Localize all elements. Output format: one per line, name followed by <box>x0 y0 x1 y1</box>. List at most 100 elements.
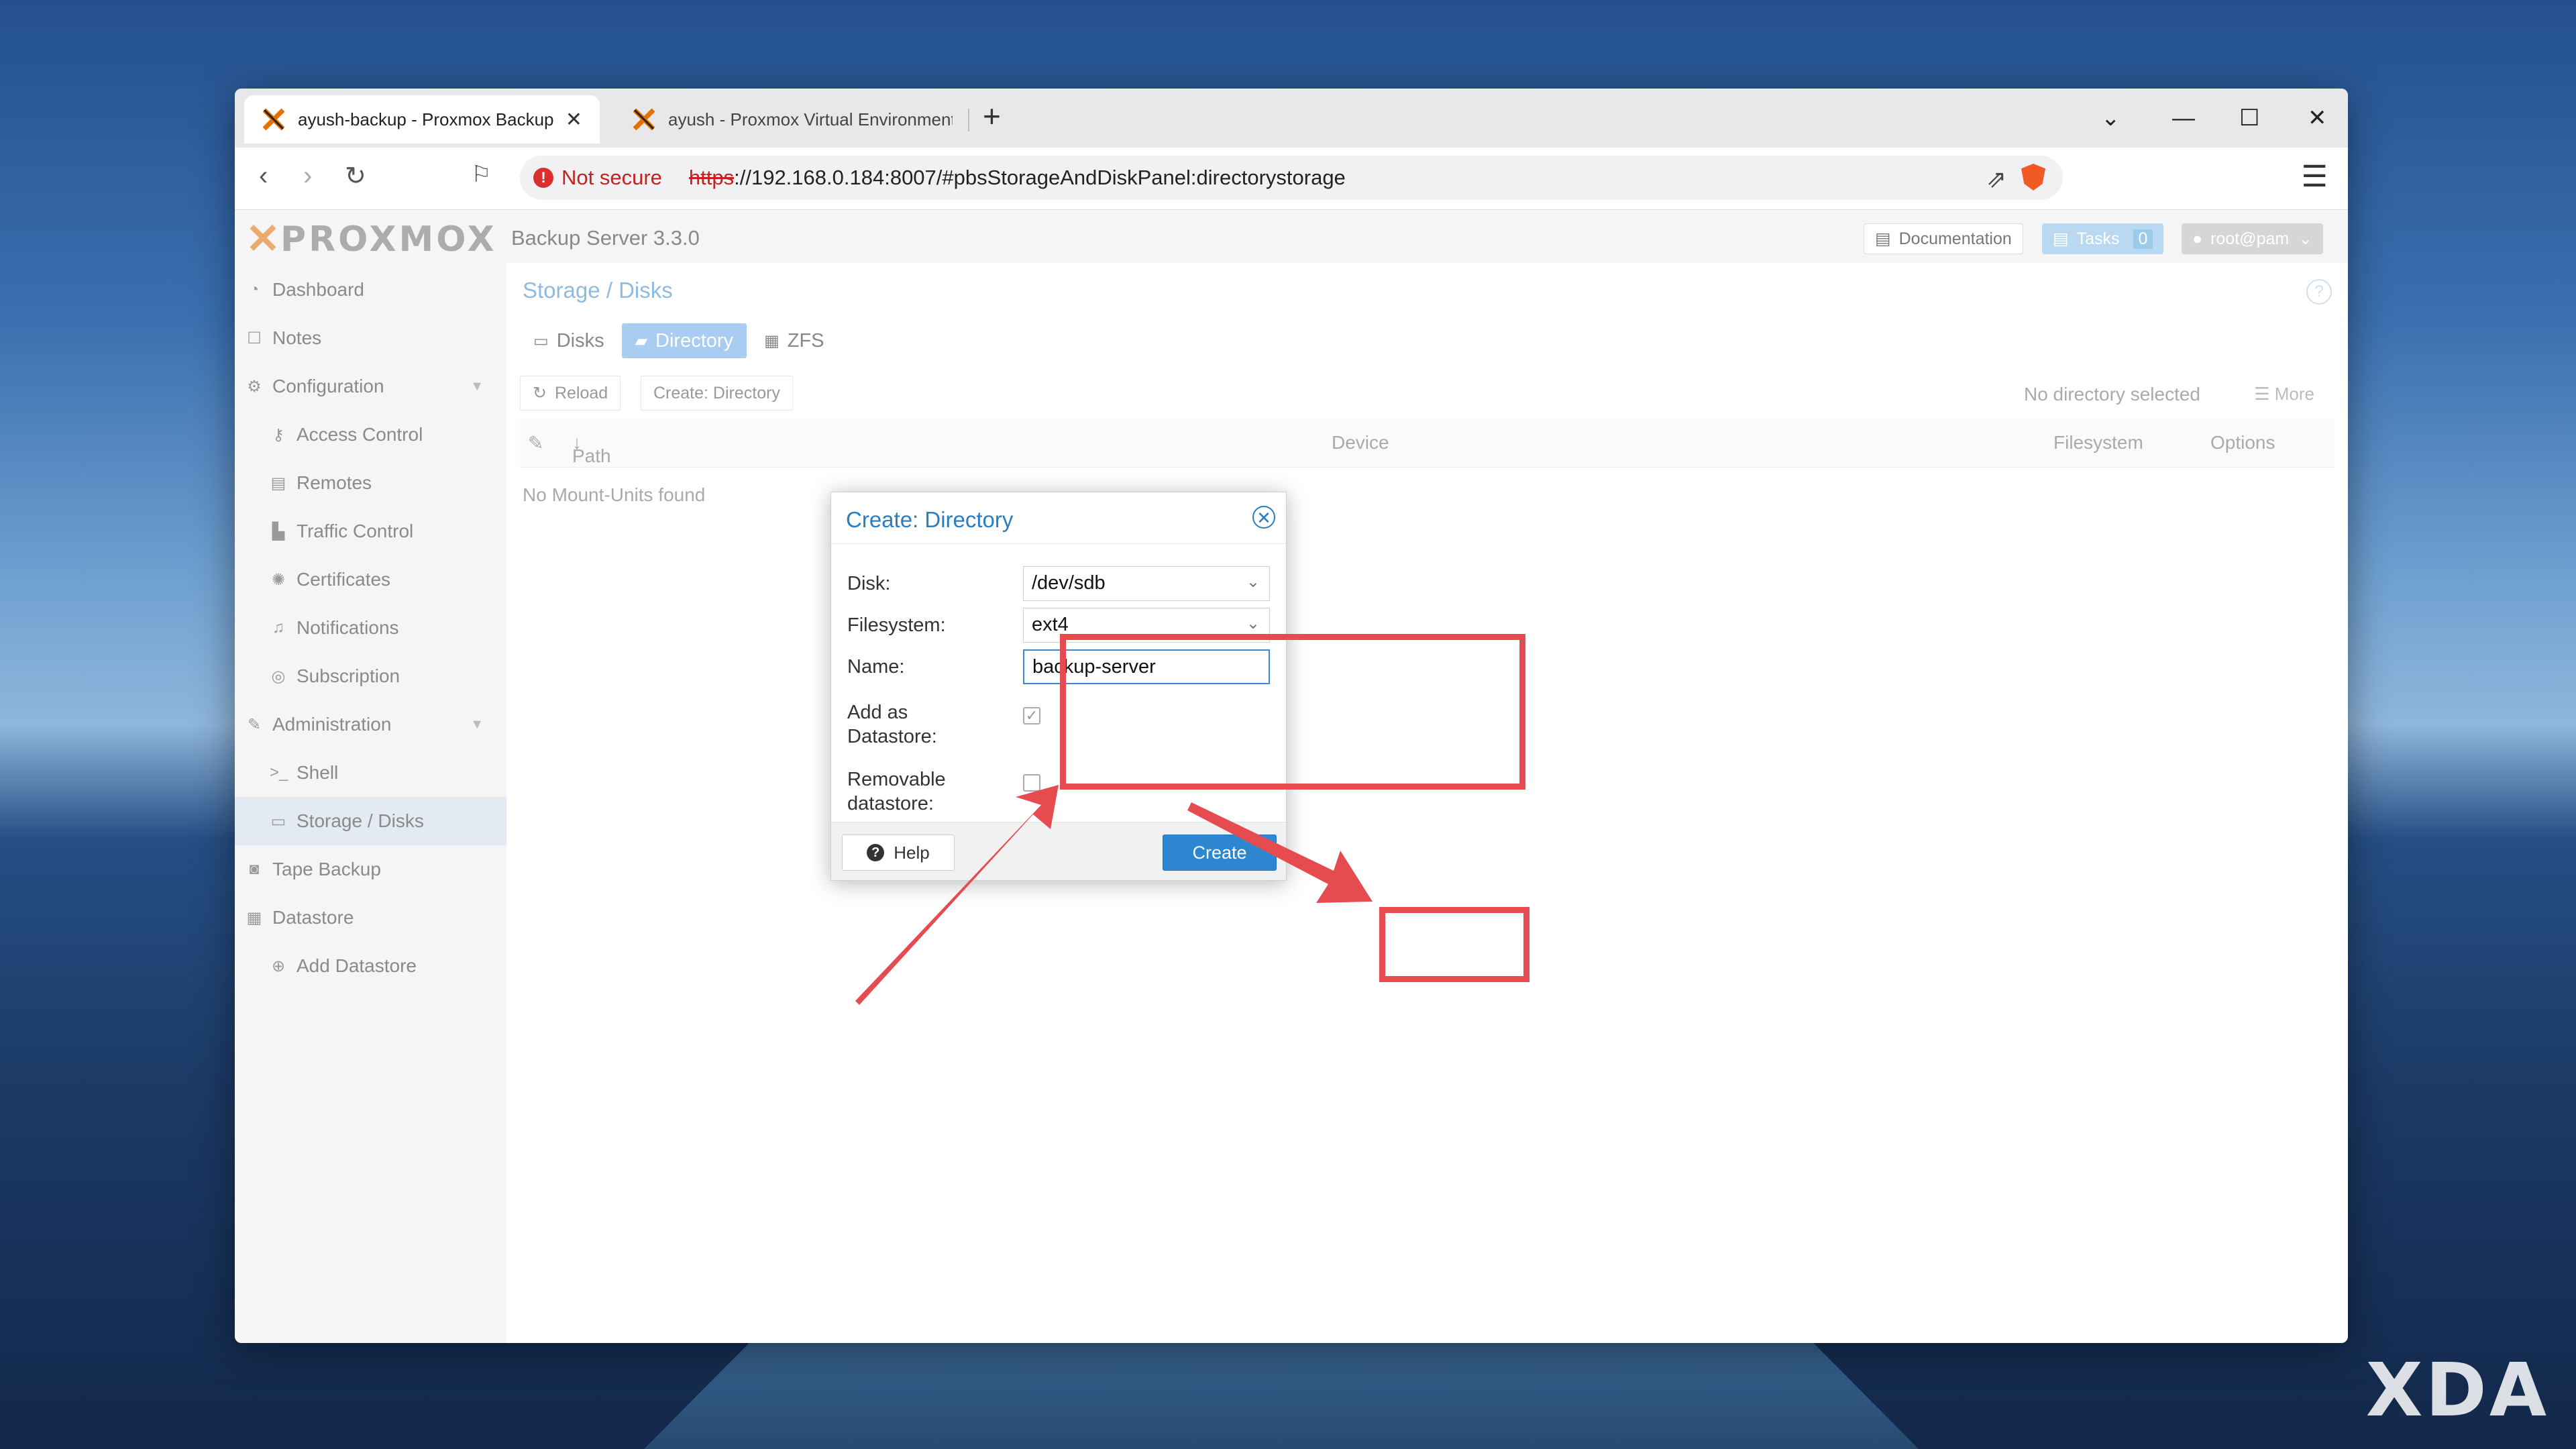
sidebar-item-access-control[interactable]: ⚷ Access Control <box>235 411 506 459</box>
create-directory-label: Create: Directory <box>653 383 780 402</box>
column-filesystem[interactable]: Filesystem <box>2053 432 2143 453</box>
notes-icon: ☐ <box>247 329 262 347</box>
sidebar-item-notes[interactable]: ☐ Notes <box>235 314 506 362</box>
sidebar-item-administration[interactable]: ✎ Administration ▼ <box>235 700 506 749</box>
chevron-down-icon[interactable]: ⌄ <box>1246 572 1260 592</box>
close-dialog-icon[interactable]: ✕ <box>1252 506 1275 529</box>
column-device[interactable]: Device <box>1332 432 1389 453</box>
folder-icon: ▰ <box>635 331 648 350</box>
mount-units-grid-header: ✎ Path ↓ Device Filesystem Options <box>520 419 2334 468</box>
tab-directory[interactable]: ▰ Directory <box>621 323 747 358</box>
help-button[interactable]: ? Help <box>842 835 955 871</box>
sidebar-item-add-datastore[interactable]: ⊕ Add Datastore <box>235 942 506 990</box>
browser-toolbar: ‹ › ↻ ⚐ ! Not secure https ://192.168.0.… <box>235 148 2348 210</box>
column-path[interactable]: Path ↓ <box>572 432 611 466</box>
tab-label: Disks <box>556 329 604 352</box>
reload-label: Reload <box>554 383 608 402</box>
brave-shield-icon[interactable] <box>2021 164 2045 191</box>
tasks-count-badge: 0 <box>2133 229 2153 249</box>
sidebar-item-label: Access Control <box>297 424 423 445</box>
not-secure-icon: ! <box>533 168 553 188</box>
sidebar-item-subscription[interactable]: ◎ Subscription <box>235 652 506 700</box>
collapse-caret-icon[interactable]: ▼ <box>470 717 484 733</box>
add-datastore-checkbox[interactable]: ✓ <box>1023 707 1040 724</box>
database-icon: ▦ <box>246 908 262 927</box>
bookmark-icon[interactable]: ⚐ <box>471 161 491 188</box>
removable-datastore-label: Removable datastore: <box>847 767 1008 816</box>
disk-select[interactable]: /dev/sdb ⌄ <box>1023 566 1270 601</box>
sidebar-item-label: Subscription <box>297 665 400 686</box>
sidebar-item-dashboard[interactable]: ◔ Dashboard <box>235 266 506 314</box>
share-icon[interactable]: ⇗ <box>1986 165 2006 193</box>
help-icon[interactable]: ? <box>2306 279 2332 305</box>
sidebar-item-tape-backup[interactable]: ◙ Tape Backup <box>235 845 506 894</box>
sidebar-item-remotes[interactable]: ▤ Remotes <box>235 459 506 507</box>
reload-icon[interactable]: ↻ <box>345 161 366 191</box>
sidebar-item-label: Configuration <box>272 376 384 396</box>
tape-icon: ◙ <box>249 860 260 878</box>
tab-proxmox-ve[interactable]: ayush - Proxmox Virtual Environment <box>614 95 970 144</box>
column-options[interactable]: Options <box>2210 432 2275 453</box>
sidebar-item-label: Remotes <box>297 472 372 493</box>
disk-value: /dev/sdb <box>1032 572 1106 594</box>
tab-proxmox-backup[interactable]: ayush-backup - Proxmox Backup Server ✕ <box>244 95 600 144</box>
maximize-icon[interactable]: ☐ <box>2239 89 2259 148</box>
certificate-icon: ✺ <box>271 570 286 589</box>
question-icon: ? <box>867 844 885 861</box>
new-tab-icon[interactable]: + <box>983 98 1001 134</box>
sidebar-item-label: Tape Backup <box>272 859 381 879</box>
more-menu-button[interactable]: ☰ More <box>2254 384 2314 405</box>
create-directory-button[interactable]: Create: Directory <box>641 376 793 411</box>
chevron-down-icon[interactable]: ⌄ <box>1246 614 1260 633</box>
browser-menu-icon[interactable]: ☰ <box>2302 160 2328 194</box>
sidebar-item-storage-disks[interactable]: ▭ Storage / Disks <box>235 797 506 845</box>
name-input[interactable]: backup-server <box>1023 649 1270 684</box>
create-button[interactable]: Create <box>1163 835 1277 871</box>
book-icon: ▤ <box>1875 229 1891 248</box>
sidebar-item-notifications[interactable]: ♫ Notifications <box>235 604 506 652</box>
sidebar-item-certificates[interactable]: ✺ Certificates <box>235 555 506 604</box>
gears-icon: ⚙ <box>247 377 262 396</box>
sidebar-item-label: Traffic Control <box>297 521 414 541</box>
tab-zfs[interactable]: ▦ ZFS <box>751 323 837 358</box>
tab-separator <box>968 109 969 131</box>
hdd-icon: ▭ <box>533 331 549 350</box>
app-content: ◔ Dashboard ☐ Notes ⚙ Configuration ▼ ⚷ Access C… <box>235 263 2348 1343</box>
documentation-label: Documentation <box>1898 229 2012 248</box>
close-tab-icon[interactable]: ✕ <box>566 108 582 131</box>
forward-icon[interactable]: › <box>303 161 312 191</box>
documentation-button[interactable]: ▤ Documentation <box>1864 223 2023 254</box>
grid-icon: ▦ <box>764 331 780 350</box>
security-label[interactable]: Not secure <box>561 166 662 190</box>
tab-bar: ayush-backup - Proxmox Backup Server ✕ a… <box>235 89 2348 148</box>
collapse-caret-icon[interactable]: ▼ <box>470 379 484 394</box>
create-directory-dialog: Create: Directory ✕ Disk: /dev/sdb ⌄ Fil… <box>830 492 1287 881</box>
minimize-icon[interactable]: — <box>2172 89 2195 148</box>
refresh-icon: ↻ <box>533 384 547 402</box>
filesystem-value: ext4 <box>1032 614 1069 635</box>
removable-datastore-checkbox[interactable] <box>1023 774 1040 792</box>
tab-disks[interactable]: ▭ Disks <box>520 323 618 358</box>
filesystem-select[interactable]: ext4 ⌄ <box>1023 608 1270 643</box>
panel-tabs: ▭ Disks ▰ Directory ▦ ZFS <box>520 323 842 358</box>
back-icon[interactable]: ‹ <box>259 161 268 191</box>
reload-button[interactable]: ↻ Reload <box>520 376 621 411</box>
hdd-icon: ▭ <box>270 812 286 830</box>
tab-search-chevron-icon[interactable]: ⌄ <box>2101 89 2121 148</box>
sidebar-item-shell[interactable]: >_ Shell <box>235 749 506 797</box>
sidebar-item-configuration[interactable]: ⚙ Configuration ▼ <box>235 362 506 411</box>
sidebar-item-datastore[interactable]: ▦ Datastore <box>235 894 506 942</box>
pin-icon: ✎ <box>528 433 544 453</box>
tasks-label: Tasks <box>2076 229 2120 248</box>
key-icon: ⚷ <box>272 425 284 444</box>
tasks-button[interactable]: ▤ Tasks 0 <box>2042 223 2164 254</box>
name-label: Name: <box>847 656 905 678</box>
address-bar[interactable]: ! Not secure https ://192.168.0.184:8007… <box>520 156 2063 200</box>
sidebar-item-traffic-control[interactable]: ▙ Traffic Control <box>235 507 506 555</box>
user-menu-button[interactable]: ● root@pam ⌄ <box>2182 223 2324 254</box>
close-window-icon[interactable]: ✕ <box>2308 89 2327 148</box>
label-line: Add as <box>847 702 908 723</box>
dialog-header: Create: Directory ✕ <box>831 492 1286 544</box>
browser-window: ayush-backup - Proxmox Backup Server ✕ a… <box>235 89 2348 1343</box>
panel-title: Storage / Disks <box>523 278 673 303</box>
